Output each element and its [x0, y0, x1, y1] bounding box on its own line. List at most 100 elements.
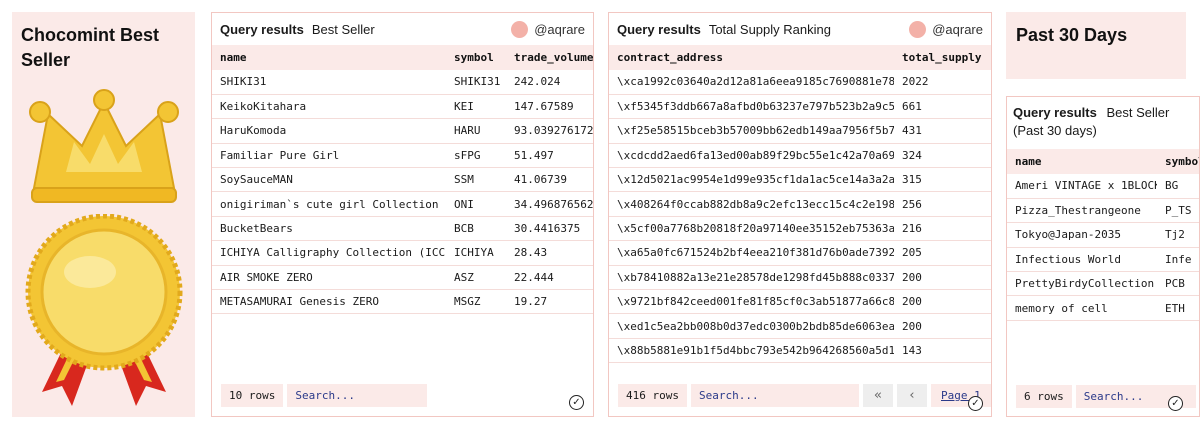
cell-symbol: ETH — [1157, 295, 1199, 321]
table-row: METASAMURAI Genesis ZERO MSGZ 19.27 — [212, 289, 593, 315]
cell-symbol: P_TS — [1157, 198, 1199, 224]
cell-supply: 205 — [894, 240, 991, 266]
table-row: BucketBears BCB 30.4416375 — [212, 216, 593, 242]
column-header[interactable]: name — [1007, 149, 1157, 174]
cell-name: Pizza_Thestrangeone — [1007, 198, 1157, 224]
cell-address: \xed1c5ea2bb008b0d37edc0300b2bdb85de6063… — [609, 313, 894, 339]
past-30-days-card: Query results Best Seller (Past 30 days)… — [1006, 96, 1200, 417]
table-row: SHIKI31 SHIKI31 242.024 — [212, 70, 593, 95]
table-row: \xca1992c03640a2d12a81a6eea9185c7690881e… — [609, 70, 991, 95]
table-row: HaruKomoda HARU 93.0392761720 — [212, 118, 593, 144]
results-table: name symbol Ameri VINTAGE x 1BLOCKBG Piz… — [1007, 149, 1199, 321]
check-circle-icon: ✓ — [569, 395, 584, 410]
table-row: \x408264f0ccab882db8a9c2efc13ecc15c4c2e1… — [609, 191, 991, 217]
column-header[interactable]: contract_address — [609, 45, 894, 70]
table-row: Infectious World Infe — [1007, 247, 1199, 273]
cell-name: onigiriman`s cute girl Collection — [212, 191, 446, 217]
cell-name: SoySauceMAN — [212, 167, 446, 193]
cell-name: BucketBears — [212, 216, 446, 242]
cell-supply: 200 — [894, 289, 991, 315]
cell-volume: 28.43 — [506, 240, 593, 266]
cell-volume: 41.06739 — [506, 167, 593, 193]
cell-name: Familiar Pure Girl — [212, 143, 446, 169]
cell-symbol: ONI — [446, 191, 506, 217]
cell-supply: 216 — [894, 216, 991, 242]
cell-supply: 315 — [894, 167, 991, 193]
table-header-row: contract_address total_supply — [609, 45, 991, 70]
query-title: Best Seller — [311, 21, 375, 37]
card-header: Query results Total Supply Ranking @aqra… — [609, 13, 991, 45]
cell-address: \x5cf00a7768b20818f20a97140ee35152eb7536… — [609, 216, 894, 242]
results-table: contract_address total_supply \xca1992c0… — [609, 45, 991, 364]
cell-symbol: sFPG — [446, 143, 506, 169]
cell-volume: 242.024 — [506, 70, 593, 95]
search-input[interactable]: Search... — [690, 384, 859, 407]
table-row: Pizza_Thestrangeone P_TS — [1007, 198, 1199, 224]
cell-address: \x408264f0ccab882db8a9c2efc13ecc15c4c2e1… — [609, 191, 894, 217]
column-header[interactable]: symbol — [1157, 149, 1199, 174]
table-row: \xf25e58515bceb3b57009bb62edb149aa7956f5… — [609, 118, 991, 144]
cell-volume: 34.4968765625 — [506, 191, 593, 217]
cell-supply: 2022 — [894, 70, 991, 95]
user-handle[interactable]: @aqrare — [932, 22, 983, 37]
table-row: AIR SMOKE ZERO ASZ 22.444 — [212, 265, 593, 291]
table-row: onigiriman`s cute girl Collection ONI 34.4… — [212, 191, 593, 217]
cell-symbol: SHIKI31 — [446, 70, 506, 95]
row-count: 10 rows — [221, 384, 284, 407]
row-count: 416 rows — [618, 384, 687, 407]
double-chevron-left-icon: « — [874, 388, 882, 403]
column-header[interactable]: total_supply — [894, 45, 991, 70]
cell-symbol: HARU — [446, 118, 506, 144]
chocomint-panel: Chocomint Best Seller — [12, 12, 195, 417]
cell-name: SHIKI31 — [212, 70, 446, 95]
table-row: \x9721bf842ceed001fe81f85cf0c3ab51877a66… — [609, 289, 991, 315]
section-title: Past 30 Days — [1016, 25, 1128, 45]
cell-address: \xb78410882a13e21e28578de1298fd45b888c03… — [609, 265, 894, 291]
table-row: Familiar Pure Girl sFPG 51.497 — [212, 143, 593, 169]
table-row: \xf5345f3ddb667a8afbd0b63237e797b523b2a9… — [609, 94, 991, 120]
cell-volume: 93.0392761720 — [506, 118, 593, 144]
prev-page-button[interactable]: ‹ — [896, 384, 927, 407]
table-row: SoySauceMAN SSM 41.06739 — [212, 167, 593, 193]
cell-address: \xa65a0fc671524b2bf4eea210f381d76b0ade73… — [609, 240, 894, 266]
cell-name: Infectious World — [1007, 247, 1157, 273]
cell-name: KeikoKitahara — [212, 94, 446, 120]
table-row: \xb78410882a13e21e28578de1298fd45b888c03… — [609, 265, 991, 291]
user-handle[interactable]: @aqrare — [534, 22, 585, 37]
cell-symbol: MSGZ — [446, 289, 506, 315]
first-page-button[interactable]: « — [862, 384, 893, 407]
cell-name: ICHIYA Calligraphy Collection (ICC) — [212, 240, 446, 266]
table-header-row: name symbol — [1007, 149, 1199, 174]
cell-address: \x88b5881e91b1f5d4bbc793e542b964268560a5… — [609, 338, 894, 364]
search-input[interactable]: Search... — [287, 384, 428, 407]
table-row: ICHIYA Calligraphy Collection (ICC) ICHIY… — [212, 240, 593, 266]
cell-symbol: BCB — [446, 216, 506, 242]
cell-supply: 431 — [894, 118, 991, 144]
supply-ranking-card: Query results Total Supply Ranking @aqra… — [608, 12, 992, 417]
table-row: KeikoKitahara KEI 147.67589 — [212, 94, 593, 120]
column-header[interactable]: trade_volume — [506, 45, 593, 70]
query-results-label: Query results — [617, 21, 701, 37]
cell-supply: 324 — [894, 143, 991, 169]
cell-volume: 19.27 — [506, 289, 593, 315]
query-results-label: Query results — [220, 21, 304, 37]
column-header[interactable]: name — [212, 45, 446, 70]
cell-name: memory of cell — [1007, 295, 1157, 321]
query-results-label: Query results — [1013, 105, 1097, 120]
table-row: \xa65a0fc671524b2bf4eea210f381d76b0ade73… — [609, 240, 991, 266]
cell-symbol: Infe — [1157, 247, 1199, 273]
avatar[interactable] — [909, 20, 927, 38]
cell-symbol: BG — [1157, 174, 1199, 199]
cell-address: \xf25e58515bceb3b57009bb62edb149aa7956f5… — [609, 118, 894, 144]
cell-supply: 143 — [894, 338, 991, 364]
column-header[interactable]: symbol — [446, 45, 506, 70]
card-header: Query results Best Seller (Past 30 days) — [1007, 97, 1193, 149]
cell-symbol: KEI — [446, 94, 506, 120]
table-row: memory of cell ETH — [1007, 295, 1199, 321]
avatar[interactable] — [511, 20, 529, 38]
table-footer: 10 rows Search... — [221, 384, 428, 407]
card-header: Query results Best Seller @aqrare — [212, 13, 593, 45]
cell-supply: 200 — [894, 313, 991, 339]
gold-medal-icon — [25, 214, 183, 406]
best-seller-card: Query results Best Seller @aqrare name s… — [211, 12, 594, 417]
